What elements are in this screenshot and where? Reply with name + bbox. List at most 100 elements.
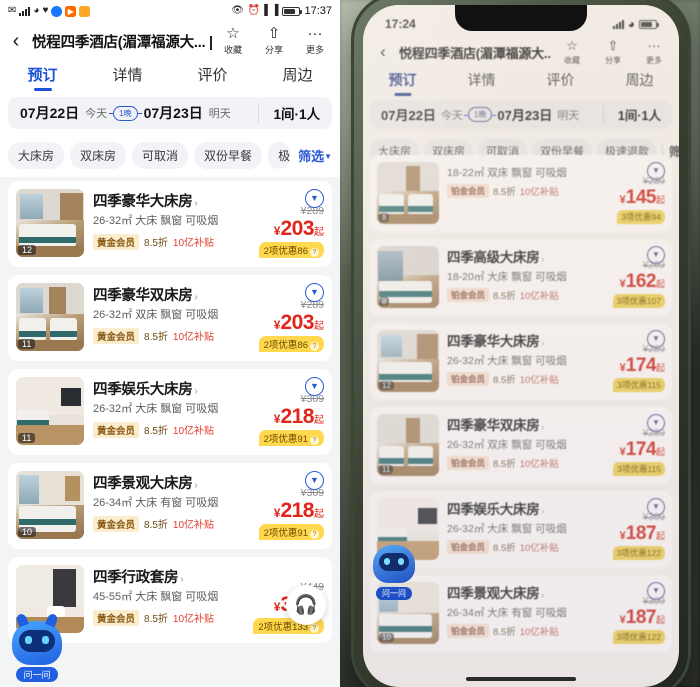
room-name-row[interactable]: 四季豪华大床房 › [447, 330, 585, 350]
room-card[interactable]: 8 18-22㎡ 双床 飘窗 可吸烟 铂金会员 8.5折 10亿补贴 ¥239 … [370, 155, 672, 232]
room-photo[interactable]: 11 [16, 283, 84, 351]
tab-nearby[interactable]: 周边 [600, 70, 679, 97]
room-name-row[interactable]: 四季行政套房 › [93, 566, 239, 587]
room-photo[interactable]: 10 [16, 471, 84, 539]
room-photo[interactable]: 11 [16, 377, 84, 445]
more-button[interactable]: ··· 更多 [300, 26, 330, 56]
vip-tag: 黄金会员 [93, 421, 140, 438]
chevron-right-icon: › [541, 254, 545, 264]
phone-notch [455, 5, 587, 31]
favorite-button[interactable]: ☆ 收藏 [557, 38, 587, 66]
expand-button[interactable]: ▼ [305, 377, 324, 396]
customer-service-button[interactable]: 🎧 [286, 585, 326, 625]
page-title: 悦程四季酒店(湄潭福源大...[舒适型] [399, 45, 551, 61]
share-button[interactable]: ⇧ 分享 [259, 26, 289, 56]
room-name-row[interactable]: 四季豪华大床房 › [93, 190, 239, 211]
guest-selector[interactable]: 1间·1人 [258, 103, 320, 123]
promo-badge[interactable]: 3项优惠122 [612, 546, 665, 560]
back-button[interactable]: ‹ [373, 42, 393, 62]
room-card[interactable]: 11 四季娱乐大床房 › 26-32㎡ 大床 飘窗 可吸烟 黄金会员 8.5折 1… [8, 369, 332, 455]
promo-badge[interactable]: 3项优惠122 [612, 630, 665, 644]
app-orange-icon: ▶ [65, 5, 77, 17]
promo-badge[interactable]: 2项优惠91? [258, 430, 324, 446]
chip-twin-bed[interactable]: 双床房 [70, 142, 127, 169]
date-selector[interactable]: 07月22日 今天 1晚 07月23日 明天 1间·1人 [370, 100, 672, 129]
room-name-row[interactable]: 四季娱乐大床房 › [447, 498, 585, 518]
room-photo[interactable]: 12 [16, 189, 84, 257]
subsidy-tag: 10亿补贴 [172, 332, 215, 344]
checkout-label: 明天 [208, 108, 231, 120]
expand-button[interactable]: ▼ [647, 246, 665, 264]
expand-button[interactable]: ▼ [305, 283, 324, 302]
more-icon: ··· [647, 38, 661, 53]
expand-button[interactable]: ▼ [647, 162, 665, 180]
more-button[interactable]: ··· 更多 [639, 38, 669, 66]
app-blue-icon [51, 5, 63, 17]
tab-reviews[interactable]: 评价 [521, 70, 600, 97]
promo-badge[interactable]: 2项优惠91? [258, 524, 324, 540]
chip-cancellable[interactable]: 可取消 [132, 142, 189, 169]
expand-button[interactable]: ▼ [305, 471, 324, 490]
tab-details[interactable]: 详情 [85, 64, 170, 93]
room-card[interactable]: 12 四季豪华大床房 › 26-32㎡ 大床 飘窗 可吸烟 黄金会员 8.5折 1… [8, 181, 332, 267]
question-icon: ? [310, 530, 319, 539]
back-button[interactable]: ‹ [6, 30, 26, 53]
date-selector[interactable]: 07月22日 今天 1晚 07月23日 明天 1间·1人 [8, 97, 332, 129]
chip-king-bed[interactable]: 大床房 [8, 142, 65, 169]
room-name-row[interactable]: 四季豪华双床房 › [447, 414, 585, 434]
price-value: 218 [280, 499, 314, 522]
room-tag-row: 铂金会员 8.5折 10亿补贴 [447, 540, 585, 554]
expand-button[interactable]: ▼ [647, 582, 665, 600]
tab-nearby[interactable]: 周边 [255, 64, 340, 93]
subsidy-tag: 10亿补贴 [519, 543, 559, 554]
status-bar-clock: 17:37 [304, 5, 332, 17]
room-card[interactable]: 8 四季高级大床房 › 18-20㎡ 大床 飘窗 可吸烟 铂金会员 8.5折 10… [370, 239, 672, 316]
promo-badge[interactable]: 3项优惠115 [613, 462, 665, 476]
room-card[interactable]: 11 四季豪华双床房 › 26-32㎡ 双床 飘窗 可吸烟 黄金会员 8.5折 1… [8, 275, 332, 361]
expand-button[interactable]: ▼ [647, 498, 665, 516]
phone-screen: 17:24 ◕ ‹ 悦程四季酒店(湄潭福源大...[舒适型] ☆ [363, 5, 679, 687]
tab-details[interactable]: 详情 [442, 70, 521, 97]
room-info: 四季行政套房 › 45-55㎡ 大床 飘窗 可吸烟 黄金会员 8.5折 10亿补贴 [93, 565, 239, 635]
tab-booking[interactable]: 预订 [363, 70, 442, 97]
search-section: 07月22日 今天 1晚 07月23日 明天 1间·1人 [363, 97, 679, 134]
ai-assistant-button[interactable]: 问一问 [6, 621, 68, 683]
tab-reviews[interactable]: 评价 [170, 64, 255, 93]
room-card[interactable]: 12 四季豪华大床房 › 26-32㎡ 大床 飘窗 可吸烟 铂金会员 8.5折 1… [370, 323, 672, 400]
promo-badge[interactable]: 3项优惠115 [613, 378, 665, 392]
promo-badge[interactable]: 2项优惠86? [258, 336, 324, 352]
discount-tag: 8.5折 [144, 426, 168, 438]
chip-instant[interactable]: 极速 [268, 142, 291, 169]
photo-count-badge: 12 [379, 381, 394, 390]
more-label: 更多 [305, 45, 324, 55]
chip-double-breakfast[interactable]: 双份早餐 [194, 142, 263, 169]
expand-button[interactable]: ▼ [647, 414, 665, 432]
expand-button[interactable]: ▼ [305, 189, 324, 208]
expand-button[interactable]: ▼ [647, 330, 665, 348]
room-name: 四季豪华大床房 [447, 334, 540, 349]
room-name-row[interactable]: 四季景观大床房 › [447, 582, 585, 602]
room-name-row[interactable]: 四季景观大床房 › [93, 472, 239, 493]
room-photo[interactable]: 8 [377, 246, 439, 308]
filter-button[interactable]: 筛选▼ [298, 146, 332, 165]
price-suffix: 起 [314, 321, 324, 332]
chevron-right-icon: › [180, 574, 184, 585]
promo-badge[interactable]: 3项优惠94 [617, 210, 665, 224]
photo-count-badge: 11 [379, 465, 394, 474]
room-name-row[interactable]: 四季豪华双床房 › [93, 284, 239, 305]
guest-selector[interactable]: 1间·1人 [602, 105, 661, 124]
promo-badge[interactable]: 2项优惠86? [258, 242, 324, 258]
share-button[interactable]: ⇧ 分享 [598, 38, 628, 66]
tab-booking[interactable]: 预订 [0, 64, 85, 93]
promo-badge[interactable]: 3项优惠107 [612, 294, 665, 308]
room-photo[interactable]: 8 [377, 162, 439, 224]
room-photo[interactable]: 11 [377, 414, 439, 476]
room-card[interactable]: 11 四季豪华双床房 › 26-32㎡ 双床 飘窗 可吸烟 铂金会员 8.5折 1… [370, 407, 672, 484]
ai-assistant-button[interactable]: 问一问 [367, 545, 421, 601]
room-card[interactable]: 10 四季景观大床房 › 26-34㎡ 大床 有窗 可吸烟 黄金会员 8.5折 1… [8, 463, 332, 549]
favorite-button[interactable]: ☆ 收藏 [218, 26, 248, 56]
room-photo[interactable]: 12 [377, 330, 439, 392]
room-name-row[interactable]: 四季娱乐大床房 › [93, 378, 239, 399]
room-name-row[interactable]: 四季高级大床房 › [447, 246, 585, 266]
vip-tag: 铂金会员 [447, 184, 490, 198]
